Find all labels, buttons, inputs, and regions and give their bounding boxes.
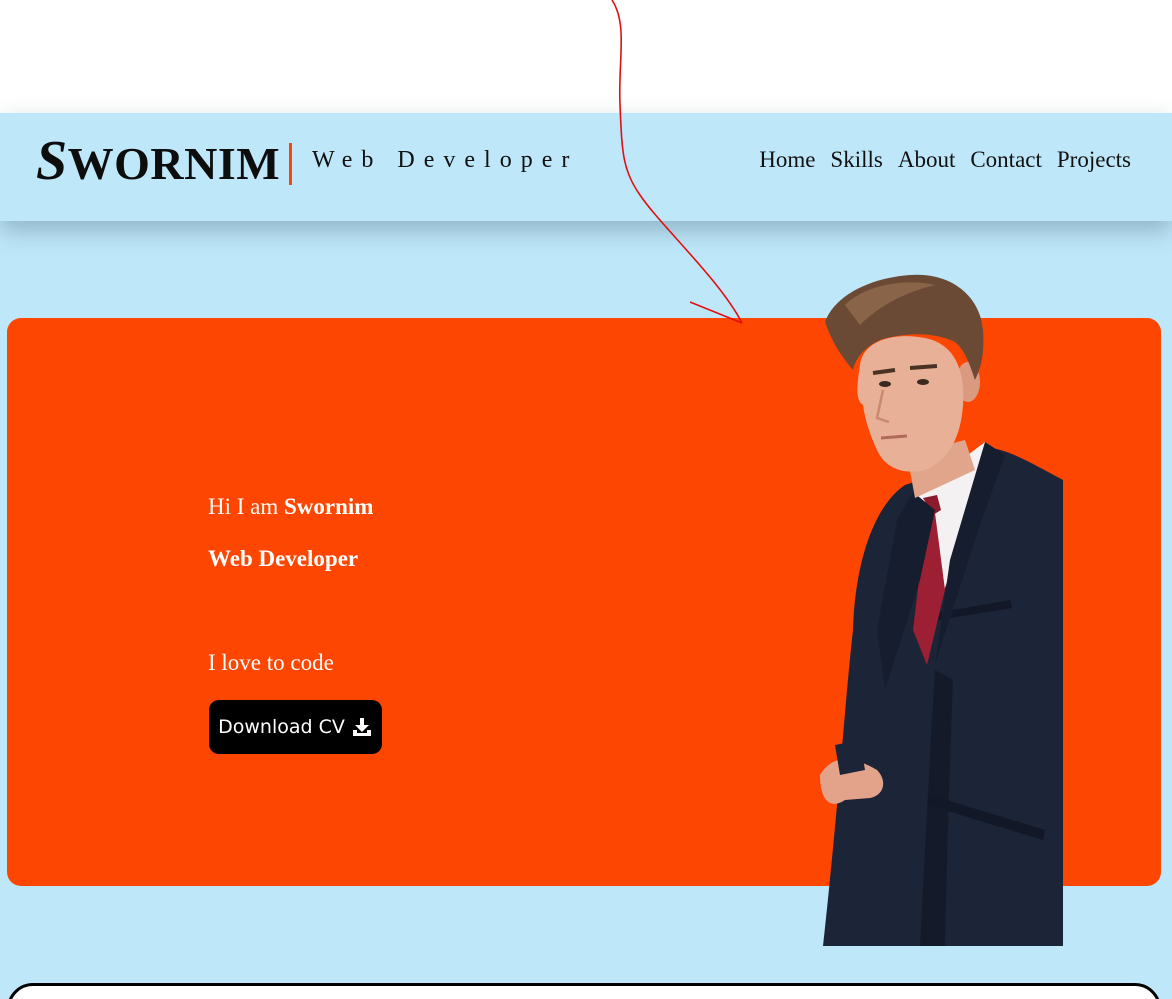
logo-tagline: Web Developer	[312, 147, 579, 173]
download-icon	[352, 718, 371, 736]
nav-link-projects[interactable]: Projects	[1057, 145, 1131, 175]
hero-intro: Hi I am Swornim	[208, 492, 373, 522]
nav-link-skills[interactable]: Skills	[830, 145, 882, 175]
profile-photo	[820, 274, 1063, 946]
nav-link-about[interactable]: About	[898, 145, 956, 175]
nav-link-contact[interactable]: Contact	[970, 145, 1042, 175]
hero-tagline: I love to code	[208, 650, 334, 675]
top-blank-area	[0, 0, 1172, 113]
next-section-card	[7, 983, 1161, 999]
hero-name: Swornim	[284, 494, 374, 519]
download-cv-label: Download CV	[218, 716, 345, 738]
logo-divider	[289, 143, 292, 185]
nav-link-home[interactable]: Home	[759, 145, 815, 175]
logo-initial: S	[36, 130, 68, 192]
site-logo[interactable]: SWORNIM	[36, 131, 280, 194]
site-header: SWORNIM Web Developer Home Skills About …	[0, 113, 1172, 221]
logo-name: WORNIM	[67, 138, 281, 189]
download-cv-button[interactable]: Download CV	[209, 700, 382, 754]
main-nav: Home Skills About Contact Projects	[759, 145, 1131, 175]
hero-intro-prefix: Hi I am	[208, 494, 285, 519]
hero-role: Web Developer	[208, 546, 359, 571]
